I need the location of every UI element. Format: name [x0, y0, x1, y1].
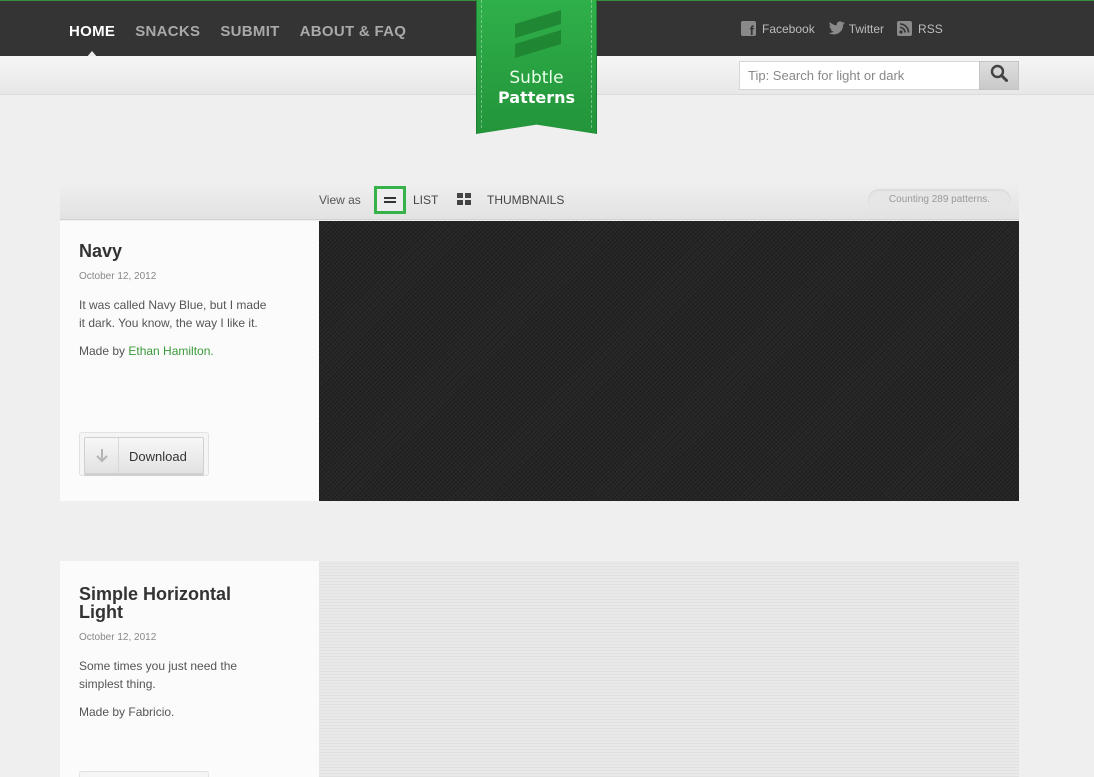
search-input[interactable]: [739, 61, 979, 90]
main-nav: HOME SNACKS SUBMIT ABOUT & FAQ: [69, 23, 426, 58]
nav-snacks[interactable]: SNACKS: [135, 23, 200, 40]
credit-prefix: Made by: [79, 344, 129, 358]
list-icon: [384, 197, 396, 203]
logo-stripes-icon: [515, 10, 561, 58]
credit-prefix: Made by: [79, 705, 129, 719]
pattern-title[interactable]: Simple Horizontal Light: [79, 585, 249, 621]
pattern-preview[interactable]: [319, 221, 1019, 501]
pattern-entry-info: Simple Horizontal Light October 12, 2012…: [60, 561, 319, 777]
author-link[interactable]: Ethan Hamilton.: [128, 344, 213, 358]
download-container: [79, 771, 209, 777]
logo-text-patterns: Patterns: [497, 88, 576, 107]
nav-submit[interactable]: SUBMIT: [220, 23, 279, 40]
thumbnails-icon[interactable]: [457, 193, 471, 206]
download-label: Download: [129, 449, 187, 464]
twitter-label: Twitter: [848, 21, 885, 36]
rss-icon: [897, 21, 913, 36]
pattern-credit: Made by Ethan Hamilton.: [79, 344, 319, 358]
pattern-credit: Made by Fabricio.: [79, 705, 319, 719]
nav-home[interactable]: HOME: [69, 23, 115, 58]
search-form: [739, 61, 1019, 90]
logo-text-subtle: Subtle: [509, 68, 564, 88]
site-logo[interactable]: Subtle Patterns: [476, 0, 597, 134]
list-view-label[interactable]: LIST: [413, 193, 438, 207]
pattern-date: October 12, 2012: [79, 632, 157, 643]
list-view-button[interactable]: [374, 186, 406, 214]
rss-label: RSS: [918, 21, 943, 36]
pattern-preview[interactable]: [319, 561, 1019, 777]
facebook-label: Facebook: [762, 21, 815, 36]
download-button[interactable]: Download: [84, 437, 204, 474]
pattern-title[interactable]: Navy: [79, 242, 319, 260]
rss-link[interactable]: RSS: [897, 21, 943, 36]
pattern-entry-info: Navy October 12, 2012 It was called Navy…: [60, 221, 319, 501]
author-name: Fabricio.: [128, 705, 175, 719]
twitter-icon: [828, 21, 845, 36]
pattern-date: October 12, 2012: [79, 271, 157, 282]
view-toolbar: View as LIST THUMBNAILS Counting 289 pat…: [60, 180, 1019, 220]
download-container: Download: [79, 432, 209, 476]
facebook-link[interactable]: Facebook: [741, 21, 815, 38]
pattern-description: Some times you just need the simplest th…: [79, 659, 238, 691]
search-icon: [990, 64, 1008, 87]
nav-about-faq[interactable]: ABOUT & FAQ: [300, 23, 407, 40]
twitter-link[interactable]: Twitter: [828, 21, 884, 36]
pattern-description: It was called Navy Blue, but I made it d…: [79, 298, 267, 330]
facebook-icon: [741, 21, 756, 38]
view-as-label: View as: [319, 193, 361, 207]
search-button[interactable]: [979, 61, 1019, 90]
download-arrow-icon: [85, 438, 119, 473]
pattern-count-badge: Counting 289 patterns.: [868, 189, 1011, 211]
thumbnails-view-label[interactable]: THUMBNAILS: [487, 193, 564, 207]
social-links: Facebook Twitter RSS: [741, 21, 956, 38]
